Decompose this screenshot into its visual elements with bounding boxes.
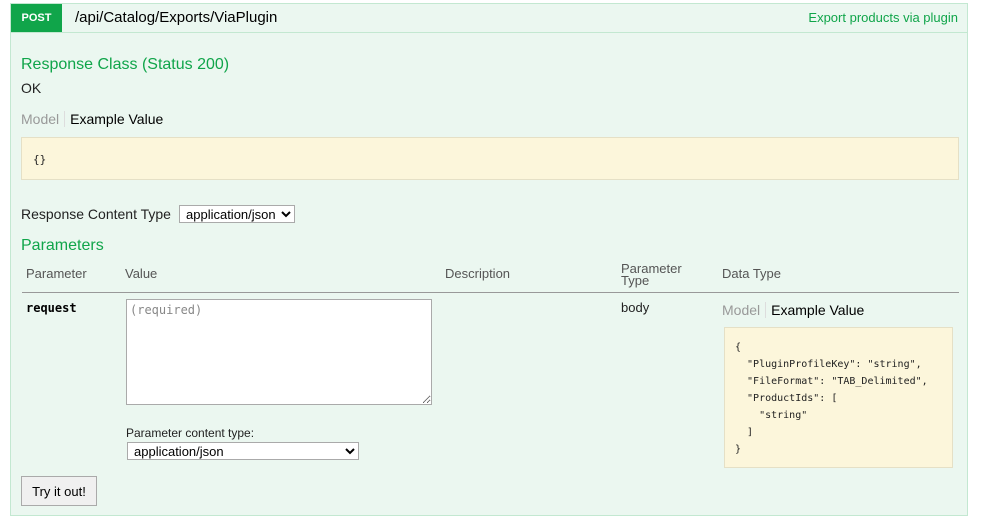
- data-type-tabs: Model Example Value: [722, 302, 864, 318]
- data-type-tab-example-value[interactable]: Example Value: [766, 302, 864, 318]
- parameter-content-type-select[interactable]: application/json: [127, 442, 359, 460]
- column-header-data-type: Data Type: [722, 266, 782, 281]
- parameter-name: request: [26, 301, 77, 315]
- operation-heading[interactable]: POST /api/Catalog/Exports/ViaPlugin Expo…: [11, 4, 967, 33]
- data-type-example-snippet[interactable]: { "PluginProfileKey": "string", "FileFor…: [724, 327, 953, 468]
- response-tab-example-value[interactable]: Example Value: [65, 111, 163, 127]
- http-method-badge[interactable]: POST: [11, 4, 62, 32]
- operation-summary-link[interactable]: Export products via plugin: [808, 10, 958, 25]
- column-header-parameter-type-line2: Type: [621, 273, 650, 288]
- response-example-code: {}: [33, 153, 47, 166]
- try-it-out-button[interactable]: Try it out!: [21, 476, 97, 506]
- parameter-type-value: body: [621, 300, 650, 315]
- response-content-type-label: Response Content Type: [21, 206, 171, 222]
- endpoint-path-link[interactable]: /api/Catalog/Exports/ViaPlugin: [75, 9, 277, 26]
- response-model-tabs: Model Example Value: [21, 111, 163, 127]
- column-header-value: Value: [125, 266, 158, 281]
- header-divider: [22, 292, 959, 293]
- operation-panel: POST /api/Catalog/Exports/ViaPlugin Expo…: [10, 3, 968, 516]
- data-type-tab-model[interactable]: Model: [722, 302, 767, 318]
- response-status-text: OK: [21, 80, 42, 96]
- response-content-type-select[interactable]: application/json: [179, 205, 295, 223]
- parameter-value-textarea[interactable]: [126, 299, 432, 405]
- parameter-content-type-label: Parameter content type:: [126, 426, 255, 440]
- data-type-example-code: { "PluginProfileKey": "string", "FileFor…: [735, 342, 928, 455]
- response-example-snippet: {}: [21, 137, 959, 180]
- column-header-description: Description: [445, 266, 511, 281]
- column-header-parameter-type: Parameter Type: [621, 262, 682, 288]
- column-header-parameter: Parameter: [26, 266, 87, 281]
- response-class-title: Response Class (Status 200): [21, 56, 230, 73]
- response-tab-model[interactable]: Model: [21, 111, 66, 127]
- parameters-title: Parameters: [21, 237, 104, 254]
